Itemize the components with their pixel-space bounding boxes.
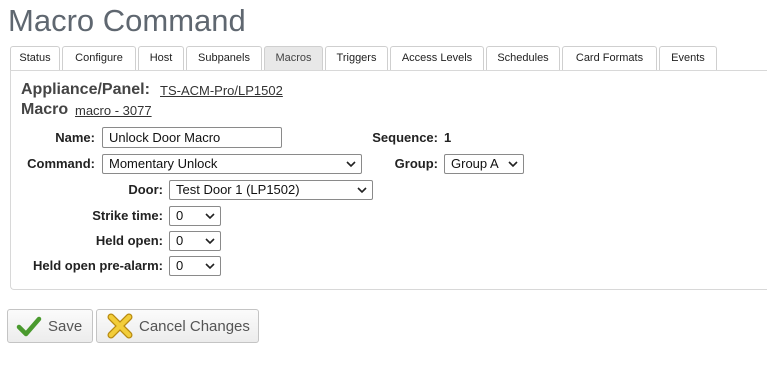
strike-time-select[interactable]: 0: [169, 206, 221, 226]
held-open-label: Held open:: [95, 233, 163, 248]
checkmark-icon: [16, 316, 42, 337]
command-select[interactable]: Momentary Unlock: [102, 154, 362, 174]
group-label: Group:: [394, 156, 438, 171]
tab-configure[interactable]: Configure: [62, 46, 136, 71]
door-label: Door:: [128, 182, 163, 197]
tab-access-levels[interactable]: Access Levels: [390, 46, 484, 71]
macro-label: Macro: [21, 101, 69, 118]
tab-host[interactable]: Host: [138, 46, 184, 71]
chevron-down-icon: [357, 187, 367, 194]
command-label: Command:: [27, 156, 95, 171]
held-open-prealarm-select[interactable]: 0: [169, 256, 221, 276]
command-select-value: Momentary Unlock: [109, 156, 218, 171]
save-button[interactable]: Save: [7, 309, 93, 343]
held-open-prealarm-label: Held open pre-alarm:: [32, 258, 163, 273]
sequence-label: Sequence:: [372, 130, 438, 145]
group-select-value: Group A: [451, 156, 499, 171]
name-field[interactable]: [102, 127, 282, 148]
tab-card-formats[interactable]: Card Formats: [562, 46, 657, 71]
cancel-changes-button[interactable]: Cancel Changes: [96, 309, 259, 343]
save-button-label: Save: [48, 317, 83, 335]
door-select-value: Test Door 1 (LP1502): [176, 182, 300, 197]
x-cross-icon: [107, 313, 133, 339]
tab-macros[interactable]: Macros: [264, 46, 323, 71]
chevron-down-icon: [205, 213, 215, 220]
held-open-prealarm-value: 0: [176, 258, 184, 273]
chevron-down-icon: [205, 263, 215, 270]
tab-status[interactable]: Status: [10, 46, 60, 71]
chevron-down-icon: [508, 161, 518, 168]
cancel-changes-label: Cancel Changes: [139, 317, 250, 335]
macro-link[interactable]: macro - 3077: [75, 103, 152, 118]
held-open-select[interactable]: 0: [169, 231, 221, 251]
chevron-down-icon: [205, 238, 215, 245]
tab-subpanels[interactable]: Subpanels: [186, 46, 262, 71]
tab-events[interactable]: Events: [659, 46, 717, 71]
page-title: Macro Command: [8, 3, 246, 38]
tab-bar: Status Configure Host Subpanels Macros T…: [10, 46, 719, 71]
tab-triggers[interactable]: Triggers: [325, 46, 388, 71]
chevron-down-icon: [346, 161, 356, 168]
appliance-panel-label: Appliance/Panel:: [21, 81, 150, 98]
name-label: Name:: [55, 130, 95, 145]
strike-time-value: 0: [176, 208, 184, 223]
door-select[interactable]: Test Door 1 (LP1502): [169, 180, 373, 200]
held-open-value: 0: [176, 233, 184, 248]
tab-schedules[interactable]: Schedules: [486, 46, 560, 71]
strike-time-label: Strike time:: [92, 208, 163, 223]
group-select[interactable]: Group A: [444, 154, 524, 174]
sequence-value: 1: [444, 130, 452, 145]
appliance-panel-link[interactable]: TS-ACM-Pro/LP1502: [160, 83, 283, 98]
